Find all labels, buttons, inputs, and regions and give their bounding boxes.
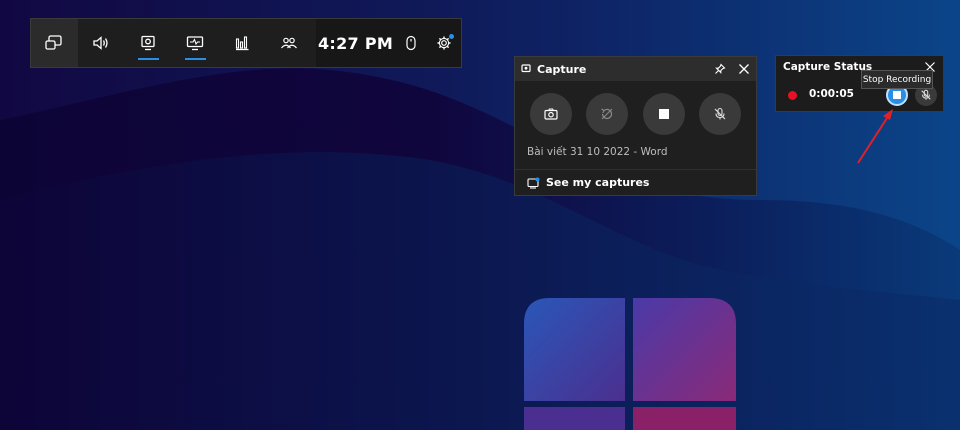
settings-button[interactable] [427,19,462,67]
close-icon [739,64,749,74]
widget-menu-icon [45,35,63,50]
capture-button[interactable] [125,19,172,67]
recording-indicator-dot [788,91,797,100]
stop-icon [893,91,901,99]
performance-active-indicator [184,58,206,60]
resources-button[interactable] [219,19,266,67]
record-last-icon [601,108,613,120]
capture-widget-header[interactable]: Capture [515,57,756,81]
mic-off-icon [921,89,931,100]
audio-button[interactable] [78,19,125,67]
clock: 4:27 PM [316,19,395,67]
see-my-captures-label: See my captures [546,176,650,189]
capture-widget-icon [521,64,531,73]
capture-status-title: Capture Status [783,61,873,73]
close-capture-button[interactable] [732,57,756,81]
settings-notification-dot [449,34,455,39]
pin-icon [715,63,726,74]
resources-icon [236,36,249,51]
performance-icon [187,36,204,51]
capture-icon [141,35,155,51]
mouse-button[interactable] [394,19,428,67]
gallery-icon [527,177,540,189]
social-icon [281,37,297,49]
windows-logo [524,298,736,430]
capture-active-indicator [137,58,159,60]
stop-recording-main-button[interactable] [642,93,685,135]
mic-toggle-button[interactable] [698,93,741,135]
see-my-captures-link[interactable]: See my captures [515,170,756,189]
capture-controls [515,81,756,135]
screenshot-button[interactable] [530,93,573,135]
capture-widget: Capture Bài viết 31 10 2022 - Word See m… [514,56,757,196]
capture-widget-title: Capture [537,62,587,76]
pin-button[interactable] [708,57,732,81]
mic-off-icon [714,107,726,120]
stop-icon [658,109,669,119]
mouse-icon [406,35,416,51]
performance-button[interactable] [172,19,219,67]
recording-timer: 0:00:05 [809,88,854,100]
capture-source-label: Bài viết 31 10 2022 - Word [527,146,668,158]
record-last-30-button[interactable] [586,93,629,135]
camera-icon [544,108,558,120]
audio-icon [93,36,109,50]
widget-menu-button[interactable] [31,19,78,67]
social-button[interactable] [266,19,313,67]
game-bar: 4:27 PM [30,18,462,68]
stop-recording-tooltip: Stop Recording [861,70,933,89]
